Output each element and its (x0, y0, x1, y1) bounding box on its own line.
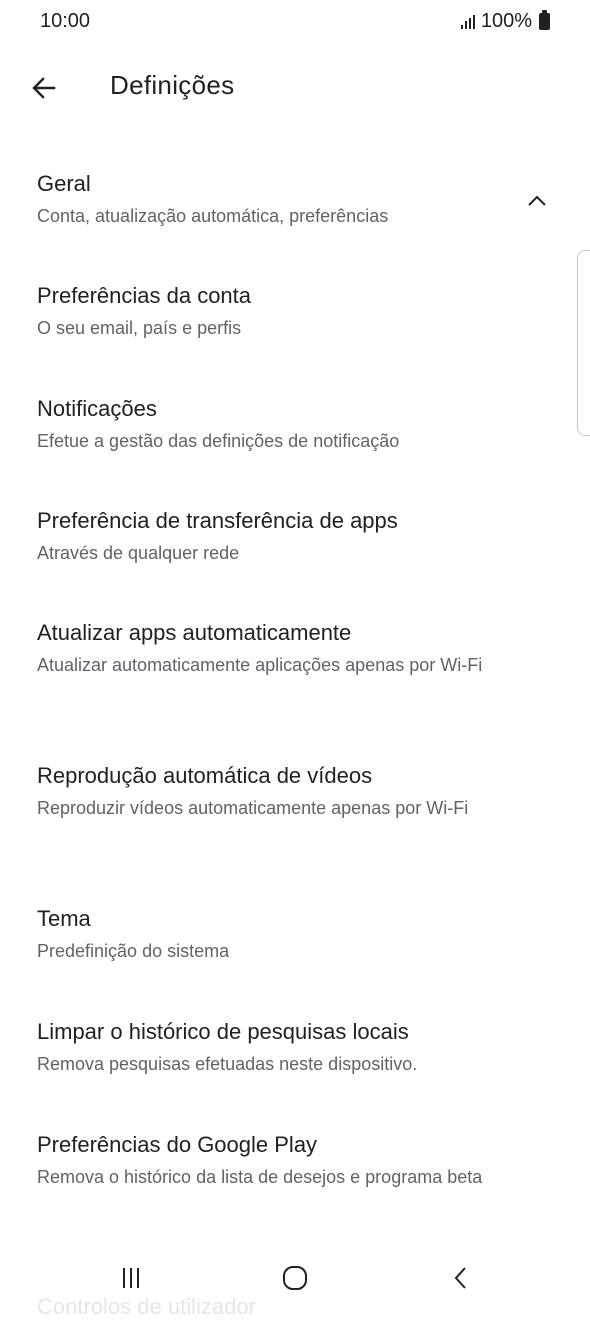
settings-list: Geral Conta, atualização automática, pre… (0, 170, 590, 1243)
setting-auto-update-apps[interactable]: Atualizar apps automaticamente Atualizar… (0, 619, 590, 762)
setting-subtitle: Efetue a gestão das definições de notifi… (37, 431, 400, 451)
setting-subtitle: Remova pesquisas efetuadas neste disposi… (37, 1054, 418, 1074)
setting-download-preference[interactable]: Preferência de transferência de apps Atr… (0, 507, 590, 619)
setting-google-play-preferences[interactable]: Preferências do Google Play Remova o his… (0, 1131, 590, 1243)
recents-icon (123, 1268, 139, 1288)
scrollbar-thumb[interactable] (577, 250, 590, 436)
setting-title: Preferências da conta (37, 283, 252, 308)
setting-subtitle: Reproduzir vídeos automaticamente apenas… (37, 798, 469, 818)
setting-subtitle: O seu email, país e perfis (37, 318, 242, 338)
setting-subtitle: Através de qualquer rede (37, 543, 240, 563)
setting-subtitle: Remova o histórico da lista de desejos e… (37, 1167, 483, 1187)
battery-percent: 100% (480, 10, 532, 32)
setting-subtitle: Predefinição do sistema (37, 941, 230, 961)
status-bar: 10:00 100% (0, 0, 590, 44)
chevron-left-icon (454, 1267, 466, 1289)
setting-theme[interactable]: Tema Predefinição do sistema (0, 905, 590, 1018)
setting-clear-search-history[interactable]: Limpar o histórico de pesquisas locais R… (0, 1018, 590, 1131)
recents-button[interactable] (106, 1258, 156, 1298)
status-indicators: 100% (460, 10, 550, 33)
setting-subtitle: Conta, atualização automática, preferênc… (37, 206, 389, 226)
home-icon (283, 1266, 307, 1290)
setting-account-preferences[interactable]: Preferências da conta O seu email, país … (0, 282, 590, 395)
battery-icon (539, 10, 550, 30)
setting-title: Preferência de transferência de apps (37, 508, 398, 533)
setting-autoplay-videos[interactable]: Reprodução automática de vídeos Reproduz… (0, 762, 590, 905)
app-bar: Definições (0, 56, 590, 116)
arrow-left-icon (32, 77, 56, 99)
back-button[interactable] (22, 66, 66, 110)
setting-geral[interactable]: Geral Conta, atualização automática, pre… (0, 170, 590, 282)
setting-notifications[interactable]: Notificações Efetue a gestão das definiç… (0, 395, 590, 507)
setting-title: Atualizar apps automaticamente (37, 620, 352, 645)
system-nav-bar (0, 1240, 590, 1312)
signal-icon (460, 14, 475, 29)
setting-title: Reprodução automática de vídeos (37, 763, 373, 788)
chevron-up-icon[interactable] (524, 188, 550, 214)
setting-title: Preferências do Google Play (37, 1132, 318, 1157)
setting-subtitle: Atualizar automaticamente aplicações ape… (37, 655, 483, 675)
nav-back-button[interactable] (436, 1258, 486, 1298)
setting-title: Tema (37, 906, 91, 931)
status-time: 10:00 (40, 10, 91, 32)
setting-title: Notificações (37, 396, 157, 421)
page-title: Definições (110, 70, 235, 100)
home-button[interactable] (270, 1258, 320, 1298)
setting-title: Limpar o histórico de pesquisas locais (37, 1019, 409, 1044)
setting-title: Geral (37, 171, 91, 196)
